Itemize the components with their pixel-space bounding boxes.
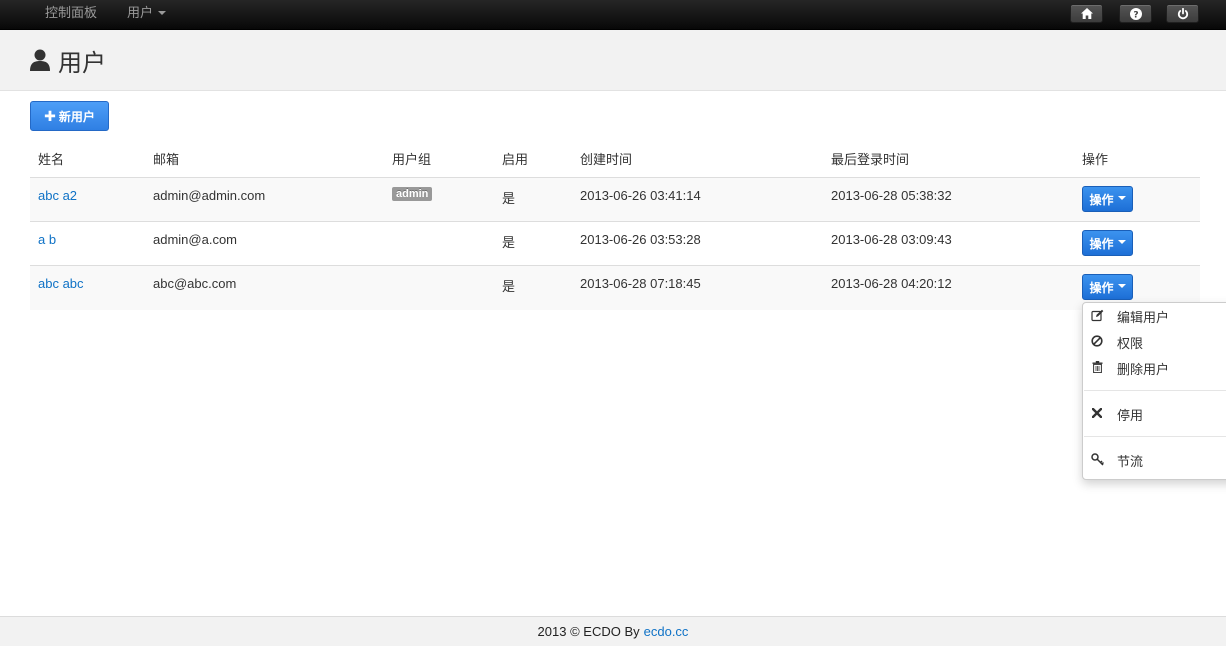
caret-down-icon — [1117, 284, 1126, 288]
nav-users-label: 用户 — [127, 5, 154, 20]
help-button[interactable]: ? — [1119, 4, 1152, 23]
column-header-enabled: 启用 — [502, 152, 529, 167]
nav-dashboard-link[interactable]: 控制面板 — [45, 0, 97, 28]
page-header: 用户 — [0, 30, 1226, 91]
user-actions-cell: 操作 — [1082, 222, 1133, 265]
menu-item-edit-user[interactable]: 编辑用户 — [1083, 304, 1226, 328]
user-last-login: 2013-06-28 05:38:32 — [831, 188, 952, 203]
page-title-text: 用户 — [58, 49, 106, 77]
page-title: 用户 — [30, 44, 106, 77]
question-icon: ? — [1129, 7, 1142, 20]
home-button[interactable] — [1070, 4, 1103, 23]
user-created: 2013-06-26 03:53:28 — [580, 232, 701, 247]
menu-item-label: 编辑用户 — [1117, 309, 1170, 325]
column-header-last-login: 最后登录时间 — [831, 152, 910, 167]
footer-link[interactable]: ecdo.cc — [644, 624, 689, 639]
column-header-actions: 操作 — [1082, 152, 1109, 167]
key-icon — [1090, 452, 1104, 466]
actions-button[interactable]: 操作 — [1082, 230, 1133, 256]
remove-icon — [1090, 406, 1104, 420]
nav-users-dropdown[interactable]: 用户 — [127, 0, 167, 28]
power-icon — [1177, 7, 1188, 19]
svg-text:?: ? — [1133, 10, 1138, 20]
user-name-link[interactable]: a b — [38, 222, 56, 265]
user-group-cell: admin — [392, 178, 433, 221]
user-name-link[interactable]: abc abc — [38, 266, 84, 310]
menu-item-throttle[interactable]: 节流 — [1083, 448, 1226, 472]
top-navbar: 控制面板 用户 ? — [0, 0, 1226, 30]
user-enabled: 是 — [502, 279, 516, 294]
page-footer: 2013 © ECDO By ecdo.cc — [0, 616, 1226, 646]
menu-divider — [1084, 390, 1226, 391]
actions-dropdown-menu: 编辑用户 权限 删除用户 停用 节流 — [1082, 302, 1226, 480]
footer-text: 2013 © ECDO By — [537, 624, 640, 639]
menu-item-label: 停用 — [1117, 407, 1144, 423]
column-header-created: 创建时间 — [580, 152, 633, 167]
actions-button-label: 操作 — [1089, 192, 1114, 207]
column-header-name: 姓名 — [38, 152, 65, 167]
menu-item-label: 节流 — [1117, 453, 1144, 469]
caret-down-icon — [1117, 240, 1126, 244]
actions-button[interactable]: 操作 — [1082, 274, 1133, 300]
user-name-link[interactable]: abc a2 — [38, 178, 77, 221]
table-row: abc a2 admin@admin.com admin 是 2013-06-2… — [30, 178, 1200, 222]
user-enabled: 是 — [502, 235, 516, 250]
menu-item-label: 权限 — [1117, 335, 1144, 351]
column-header-email: 邮箱 — [153, 152, 180, 167]
trash-icon — [1090, 360, 1104, 374]
logout-button[interactable] — [1166, 4, 1199, 23]
menu-divider — [1084, 436, 1226, 437]
user-enabled: 是 — [502, 191, 516, 206]
users-table: 姓名 邮箱 用户组 启用 创建时间 最后登录时间 操作 abc a2 admin… — [30, 140, 1200, 310]
user-email: admin@admin.com — [153, 188, 266, 203]
user-email: abc@abc.com — [153, 276, 237, 291]
new-user-label: 新用户 — [58, 109, 95, 124]
table-header-row: 姓名 邮箱 用户组 启用 创建时间 最后登录时间 操作 — [30, 140, 1200, 178]
table-row: a b admin@a.com 是 2013-06-26 03:53:28 20… — [30, 222, 1200, 266]
menu-item-label: 删除用户 — [1117, 361, 1170, 377]
caret-down-icon — [1117, 196, 1126, 200]
user-icon — [30, 49, 50, 71]
edit-icon — [1090, 308, 1104, 322]
column-header-group: 用户组 — [392, 152, 432, 167]
new-user-button[interactable]: ✚ 新用户 — [30, 101, 109, 131]
table-row: abc abc abc@abc.com 是 2013-06-28 07:18:4… — [30, 266, 1200, 310]
user-last-login: 2013-06-28 04:20:12 — [831, 276, 952, 291]
menu-item-permissions[interactable]: 权限 — [1083, 330, 1226, 354]
user-actions-cell: 操作 — [1082, 178, 1133, 221]
user-created: 2013-06-28 07:18:45 — [580, 276, 701, 291]
menu-item-disable[interactable]: 停用 — [1083, 402, 1226, 426]
plus-icon: ✚ — [44, 107, 56, 124]
user-created: 2013-06-26 03:41:14 — [580, 188, 701, 203]
actions-button[interactable]: 操作 — [1082, 186, 1133, 212]
user-last-login: 2013-06-28 03:09:43 — [831, 232, 952, 247]
actions-button-label: 操作 — [1089, 236, 1114, 251]
actions-button-label: 操作 — [1089, 280, 1114, 295]
ban-icon — [1090, 334, 1104, 348]
group-badge: admin — [392, 187, 433, 201]
caret-down-icon — [158, 10, 167, 15]
menu-item-delete-user[interactable]: 删除用户 — [1083, 356, 1226, 380]
home-icon — [1080, 8, 1093, 19]
user-email: admin@a.com — [153, 232, 238, 247]
